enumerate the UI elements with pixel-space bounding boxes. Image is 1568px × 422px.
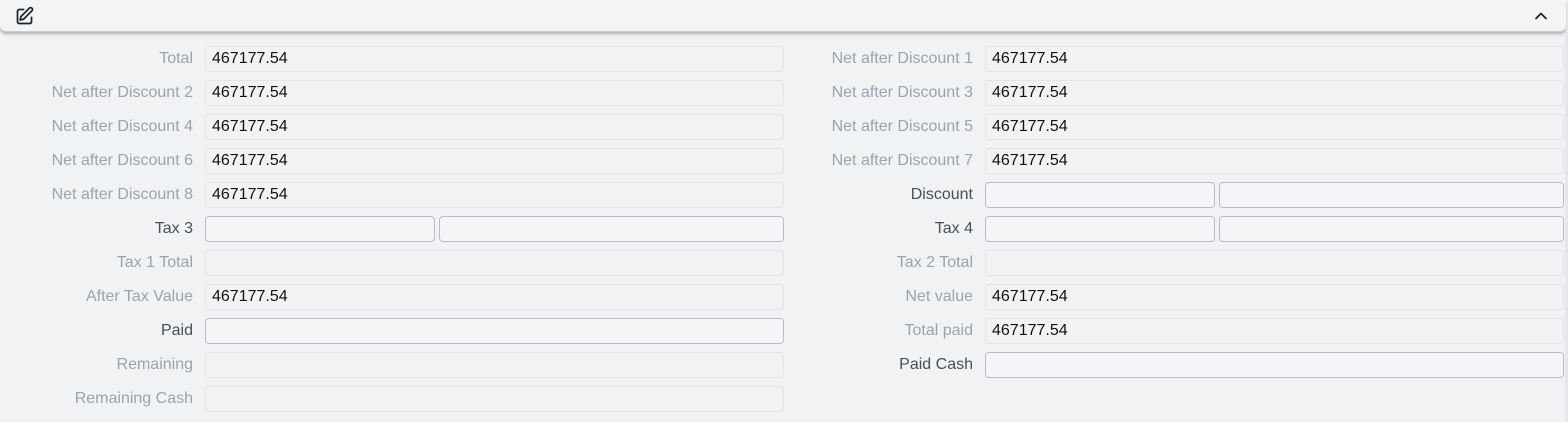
field-row-discount: Discount [780,180,1568,214]
field-row-tax3: Tax 3 [0,214,786,248]
nad6-field: 467177.54 [205,148,784,174]
field-row-netvalue: Net value 467177.54 [780,282,1568,316]
tax2total-field [985,250,1564,276]
aftertax-label: After Tax Value [85,288,193,305]
field-row-tax1total: Tax 1 Total [0,248,786,282]
field-row-paidcash: Paid Cash [780,350,1568,384]
field-row-remainingcash: Remaining Cash [0,384,786,418]
field-row-total: Total 467177.54 [0,44,786,78]
tax4-rate-input[interactable] [985,216,1215,242]
tax2total-label: Tax 2 Total [896,254,973,271]
tax4-amount-input[interactable] [1219,216,1564,242]
tax3-amount-input[interactable] [439,216,784,242]
remaining-field [205,352,784,378]
tax1total-field [205,250,784,276]
nad5-field: 467177.54 [985,114,1564,140]
totalpaid-label: Total paid [904,322,974,339]
field-row-aftertax: After Tax Value 467177.54 [0,282,786,316]
nad5-label: Net after Discount 5 [831,118,973,135]
total-field: 467177.54 [205,46,784,72]
field-row-paid: Paid [0,316,786,350]
remainingcash-label: Remaining Cash [74,390,193,407]
field-row-totalpaid: Total paid 467177.54 [780,316,1568,350]
paidcash-field[interactable] [985,352,1564,378]
tax4-label: Tax 4 [934,220,973,237]
field-row-tax2total: Tax 2 Total [780,248,1568,282]
field-row-tax4: Tax 4 [780,214,1568,248]
field-row-nad7: Net after Discount 7 467177.54 [780,146,1568,180]
remaining-label: Remaining [116,356,193,373]
aftertax-field: 467177.54 [205,284,784,310]
panel-header [0,0,1566,32]
nad4-label: Net after Discount 4 [51,118,193,135]
totalpaid-field: 467177.54 [985,318,1564,344]
paidcash-label: Paid Cash [899,356,973,373]
nad3-field: 467177.54 [985,80,1564,106]
netvalue-field: 467177.54 [985,284,1564,310]
field-row-nad8: Net after Discount 8 467177.54 [0,180,786,214]
chevron-up-icon[interactable] [1534,9,1548,23]
total-label: Total [159,50,193,67]
nad6-label: Net after Discount 6 [51,152,193,169]
field-row-remaining: Remaining [0,350,786,384]
nad4-field: 467177.54 [205,114,784,140]
left-column: Total 467177.54 Net after Discount 2 467177… [0,44,786,418]
discount-rate-input[interactable] [985,182,1215,208]
field-row-nad3: Net after Discount 3 467177.54 [780,78,1568,112]
tax3-rate-input[interactable] [205,216,435,242]
discount-amount-input[interactable] [1219,182,1564,208]
edit-icon[interactable] [14,6,35,27]
nad2-label: Net after Discount 2 [51,84,193,101]
paid-label: Paid [160,322,193,339]
field-row-nad6: Net after Discount 6 467177.54 [0,146,786,180]
field-row-nad5: Net after Discount 5 467177.54 [780,112,1568,146]
nad1-label: Net after Discount 1 [831,50,973,67]
field-row-nad2: Net after Discount 2 467177.54 [0,78,786,112]
netvalue-label: Net value [905,288,973,305]
field-row-nad4: Net after Discount 4 467177.54 [0,112,786,146]
nad8-field: 467177.54 [205,182,784,208]
field-row-nad1: Net after Discount 1 467177.54 [780,44,1568,78]
nad1-field: 467177.54 [985,46,1564,72]
nad3-label: Net after Discount 3 [831,84,973,101]
right-column: Net after Discount 1 467177.54 Net after D… [780,44,1568,384]
nad2-field: 467177.54 [205,80,784,106]
remainingcash-field [205,386,784,412]
paid-field[interactable] [205,318,784,344]
tax3-label: Tax 3 [154,220,193,237]
tax1total-label: Tax 1 Total [116,254,193,271]
nad8-label: Net after Discount 8 [51,186,193,203]
nad7-label: Net after Discount 7 [831,152,973,169]
discount-label: Discount [910,186,973,203]
nad7-field: 467177.54 [985,148,1564,174]
